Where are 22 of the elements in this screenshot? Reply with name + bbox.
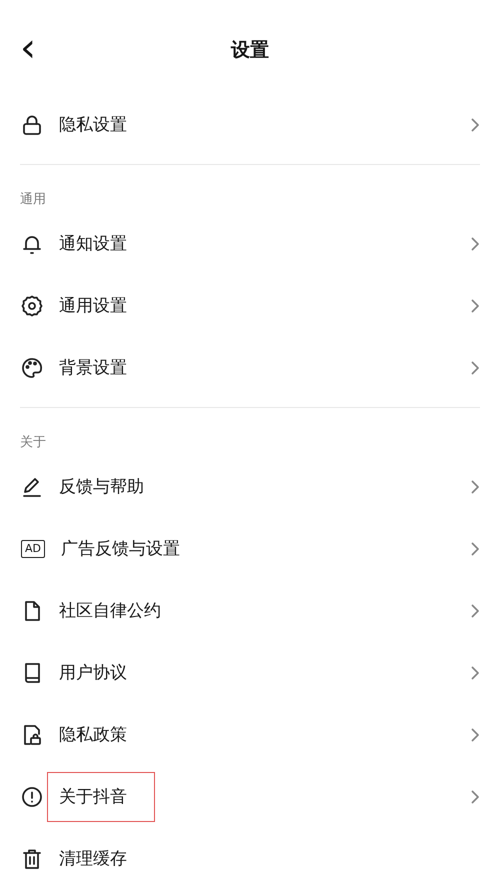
ad-icon: AD	[21, 540, 45, 558]
trash-icon	[20, 847, 44, 871]
exclamation-circle-icon	[20, 785, 44, 809]
lock-icon	[20, 113, 44, 137]
settings-item[interactable]: 通知设置	[47, 219, 155, 269]
palette-icon	[20, 356, 44, 380]
settings-item[interactable]: 反馈与帮助	[47, 462, 172, 512]
settings-item[interactable]: 背景设置	[47, 343, 155, 393]
page-title: 设置	[231, 38, 269, 63]
back-button[interactable]: ‹	[14, 32, 42, 64]
section-label: 关于	[20, 434, 46, 452]
settings-item[interactable]: 关于抖音	[47, 772, 155, 822]
settings-item[interactable]: 广告反馈与设置	[49, 524, 208, 574]
settings-item[interactable]: 用户协议	[47, 648, 155, 698]
pencil-icon	[20, 475, 44, 499]
settings-item[interactable]: 清理缓存	[47, 834, 155, 884]
settings-item[interactable]: 隐私设置	[47, 100, 155, 150]
settings-item[interactable]: 社区自律公约	[47, 586, 189, 636]
settings-item[interactable]: 隐私政策	[47, 710, 155, 760]
section-label: 通用	[20, 191, 46, 209]
settings-item[interactable]: 通用设置	[47, 281, 155, 331]
gear-icon	[20, 294, 44, 318]
